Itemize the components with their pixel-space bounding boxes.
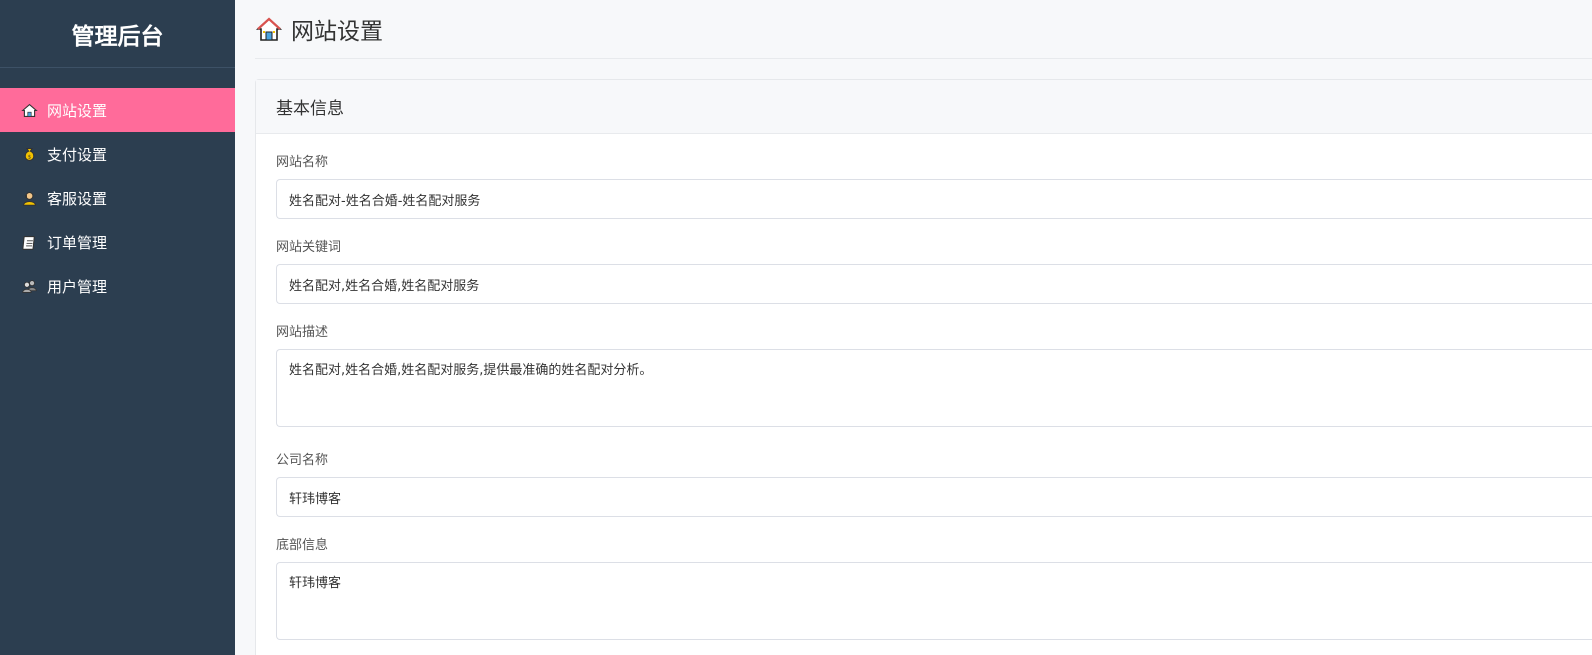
sidebar-item-orders[interactable]: 订单管理	[0, 220, 235, 264]
page-title: 网站设置	[291, 19, 383, 45]
sidebar-item-label: 客服设置	[47, 189, 108, 208]
sidebar-item-label: 用户管理	[47, 277, 108, 296]
users-icon	[20, 277, 38, 295]
house-icon	[255, 17, 283, 41]
company-name-input[interactable]	[276, 477, 1592, 517]
company-name-label: 公司名称	[276, 453, 329, 468]
sidebar-nav: 网站设置 $ 支付设置 客服设置 订单管理 用户管理	[0, 88, 235, 308]
clipboard-icon	[20, 233, 38, 251]
basic-info-card: 基本信息 网站名称 网站关键词 网站描述 姓名配对,姓名合婚,姓名配对服务,提供…	[255, 79, 1592, 655]
support-agent-icon	[20, 189, 38, 207]
money-bag-icon: $	[20, 145, 38, 163]
sidebar-item-label: 支付设置	[47, 145, 108, 164]
house-icon	[20, 101, 38, 119]
footer-info-textarea[interactable]: 轩玮博客	[276, 562, 1592, 640]
site-description-label: 网站描述	[276, 325, 329, 340]
main-content: 网站设置 基本信息 网站名称 网站关键词 网站描述 姓名配对,姓名合婚,姓名配对…	[235, 0, 1592, 655]
page-header: 网站设置	[255, 0, 1592, 59]
site-name-input[interactable]	[276, 179, 1592, 219]
sidebar: 管理后台 网站设置 $ 支付设置 客服设置 订单管理 用户管理	[0, 0, 235, 655]
site-name-label: 网站名称	[276, 155, 329, 170]
site-description-textarea[interactable]: 姓名配对,姓名合婚,姓名配对服务,提供最准确的姓名配对分析。	[276, 349, 1592, 427]
settings-form: 网站名称 网站关键词 网站描述 姓名配对,姓名合婚,姓名配对服务,提供最准确的姓…	[256, 155, 1592, 640]
svg-text:$: $	[27, 154, 30, 160]
footer-info-label: 底部信息	[276, 538, 329, 553]
sidebar-item-users[interactable]: 用户管理	[0, 264, 235, 308]
brand-title: 管理后台	[0, 0, 235, 68]
site-keywords-input[interactable]	[276, 264, 1592, 304]
sidebar-item-site-settings[interactable]: 网站设置	[0, 88, 235, 132]
card-title: 基本信息	[256, 80, 1592, 134]
sidebar-item-service-settings[interactable]: 客服设置	[0, 176, 235, 220]
site-keywords-label: 网站关键词	[276, 240, 342, 255]
sidebar-item-payment-settings[interactable]: $ 支付设置	[0, 132, 235, 176]
sidebar-item-label: 订单管理	[47, 233, 108, 252]
sidebar-item-label: 网站设置	[47, 101, 108, 120]
